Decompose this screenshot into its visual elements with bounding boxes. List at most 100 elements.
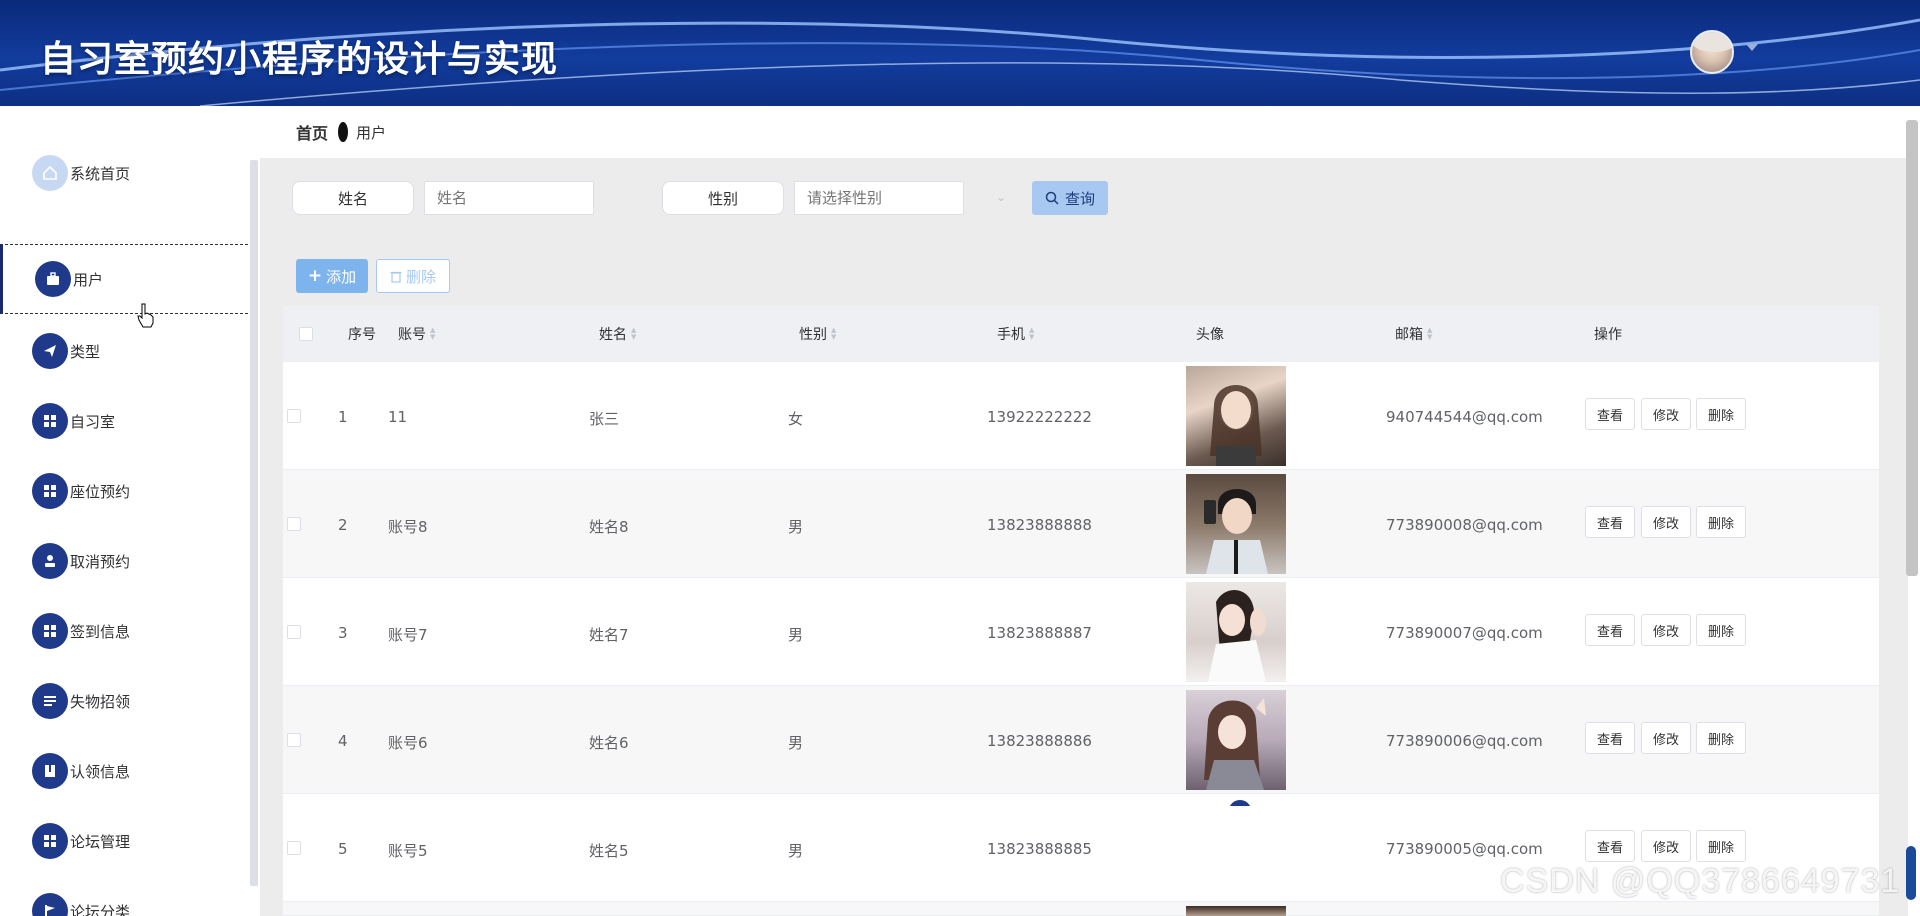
column-gender[interactable]: 性别 ▲ ▼ (799, 324, 836, 344)
breadcrumb: 首页 用户 (260, 106, 1900, 158)
cell-account: 账号6 (388, 734, 428, 752)
sidebar-item-label: 认领信息 (70, 762, 131, 781)
sidebar-item-forum-manage[interactable]: 论坛管理 (0, 806, 258, 876)
breadcrumb-home[interactable]: 首页 (296, 120, 328, 144)
cell-index: 2 (338, 516, 348, 534)
cell-name: 张三 (589, 410, 620, 428)
delete-button[interactable]: 删除 (1696, 722, 1746, 754)
chevron-down-icon[interactable] (1746, 44, 1758, 51)
cell-gender: 男 (788, 518, 804, 536)
sidebar-scrollbar[interactable] (250, 160, 258, 886)
cell-index: 1 (338, 408, 348, 426)
batch-delete-button[interactable]: 删除 (376, 259, 450, 293)
sidebar-item-type[interactable]: 类型 (0, 316, 258, 386)
sidebar-item-study-room[interactable]: 自习室 (0, 386, 258, 456)
row-checkbox[interactable] (287, 625, 301, 639)
row-checkbox[interactable] (287, 733, 301, 747)
app-title: 自习室预约小程序的设计与实现 (40, 39, 559, 80)
edit-button[interactable]: 修改 (1641, 614, 1691, 646)
column-name[interactable]: 姓名 ▲ ▼ (599, 324, 636, 344)
list-icon (32, 683, 68, 719)
view-button[interactable]: 查看 (1585, 398, 1635, 430)
column-phone[interactable]: 手机 ▲ ▼ (997, 324, 1034, 344)
sidebar-item-cancel-booking[interactable]: 取消预约 (0, 526, 258, 596)
sidebar-item-label: 自习室 (70, 412, 116, 431)
view-button[interactable]: 查看 (1585, 722, 1635, 754)
cell-gender: 男 (788, 842, 804, 860)
trash-icon (390, 271, 402, 283)
home-icon (32, 155, 68, 191)
delete-button[interactable]: 删除 (1696, 398, 1746, 430)
table-row: 1 11 张三 女 13922222222 940744544@qq.com 查… (283, 362, 1879, 470)
sort-icon[interactable]: ▲ ▼ (430, 327, 435, 341)
chevron-down-icon[interactable]: ⌄ (996, 190, 1006, 204)
cell-email: 773890005@qq.com (1386, 840, 1543, 858)
row-checkbox[interactable] (287, 517, 301, 531)
flag-icon (32, 893, 68, 916)
cell-gender: 女 (788, 410, 804, 428)
cell-index: 5 (338, 840, 348, 858)
sidebar-item-lost-found[interactable]: 失物招领 (0, 666, 258, 736)
view-button[interactable]: 查看 (1585, 614, 1635, 646)
sidebar-item-users[interactable]: 用户 (0, 244, 258, 314)
cell-name: 姓名6 (589, 734, 629, 752)
cell-email: 773890006@qq.com (1386, 732, 1543, 750)
sidebar-item-checkin[interactable]: 签到信息 (0, 596, 258, 666)
delete-button-label: 删除 (405, 267, 436, 286)
delete-button[interactable]: 删除 (1696, 506, 1746, 538)
cell-phone: 13823888886 (987, 732, 1092, 750)
breadcrumb-current: 用户 (356, 123, 387, 142)
add-button[interactable]: + 添加 (296, 259, 368, 293)
edit-button[interactable]: 修改 (1641, 398, 1691, 430)
sidebar-item-seat-booking[interactable]: 座位预约 (0, 456, 258, 526)
sidebar-item-forum-category[interactable]: 论坛分类 (0, 876, 258, 916)
row-checkbox[interactable] (287, 409, 301, 423)
view-button[interactable]: 查看 (1585, 506, 1635, 538)
column-email[interactable]: 邮箱 ▲ ▼ (1395, 324, 1432, 344)
sidebar-item-label: 签到信息 (70, 622, 131, 641)
delete-button[interactable]: 删除 (1696, 614, 1746, 646)
add-button-label: 添加 (326, 267, 357, 286)
cell-phone: 13823888885 (987, 840, 1092, 858)
sidebar-item-label: 失物招领 (70, 692, 131, 711)
gender-select[interactable] (794, 181, 964, 215)
search-icon (1045, 191, 1059, 205)
app-header: 自习室预约小程序的设计与实现 (0, 0, 1920, 106)
sort-icon[interactable]: ▲ ▼ (831, 327, 836, 341)
grid-icon (32, 473, 68, 509)
edit-button[interactable]: 修改 (1641, 830, 1691, 862)
user-avatar[interactable] (1690, 30, 1734, 74)
watermark: CSDN @QQ3786649731 (1500, 862, 1901, 900)
sort-icon[interactable]: ▲ ▼ (1427, 327, 1432, 341)
view-button[interactable]: 查看 (1585, 830, 1635, 862)
grid-icon (32, 403, 68, 439)
query-button[interactable]: 查询 (1032, 181, 1108, 215)
cell-email: 773890007@qq.com (1386, 624, 1543, 642)
page-scrollbar[interactable] (1906, 120, 1918, 576)
avatar-image (1186, 474, 1286, 574)
sidebar-item-home[interactable]: 系统首页 (0, 138, 258, 208)
column-account[interactable]: 账号 ▲ ▼ (398, 324, 435, 344)
select-all-checkbox[interactable] (299, 327, 313, 341)
cell-name: 姓名8 (589, 518, 629, 536)
gender-search-label: 性别 (662, 181, 784, 215)
sort-icon[interactable]: ▲ ▼ (631, 327, 636, 341)
sidebar-item-label: 论坛管理 (70, 832, 131, 851)
user-icon (32, 543, 68, 579)
edit-button[interactable]: 修改 (1641, 722, 1691, 754)
table-row: 2 账号8 姓名8 男 13823888888 773890008@qq.com… (283, 470, 1879, 578)
name-search-input[interactable] (424, 181, 594, 215)
cell-phone: 13922222222 (987, 408, 1092, 426)
cell-account: 账号7 (388, 626, 428, 644)
cell-account: 账号8 (388, 518, 428, 536)
avatar-image (1186, 906, 1286, 916)
cell-account: 11 (388, 408, 408, 426)
sort-icon[interactable]: ▲ ▼ (1029, 327, 1034, 341)
sidebar-item-claim-info[interactable]: 认领信息 (0, 736, 258, 806)
row-checkbox[interactable] (287, 841, 301, 855)
column-index: 序号 (348, 327, 376, 343)
avatar-image (1186, 690, 1286, 790)
delete-button[interactable]: 删除 (1696, 830, 1746, 862)
table-header: 序号 账号 ▲ ▼ 姓名 ▲ ▼ 性别 ▲ ▼ 手机 ▲ ▼ 头像 邮箱 ▲ ▼ 操作 (283, 306, 1879, 362)
edit-button[interactable]: 修改 (1641, 506, 1691, 538)
